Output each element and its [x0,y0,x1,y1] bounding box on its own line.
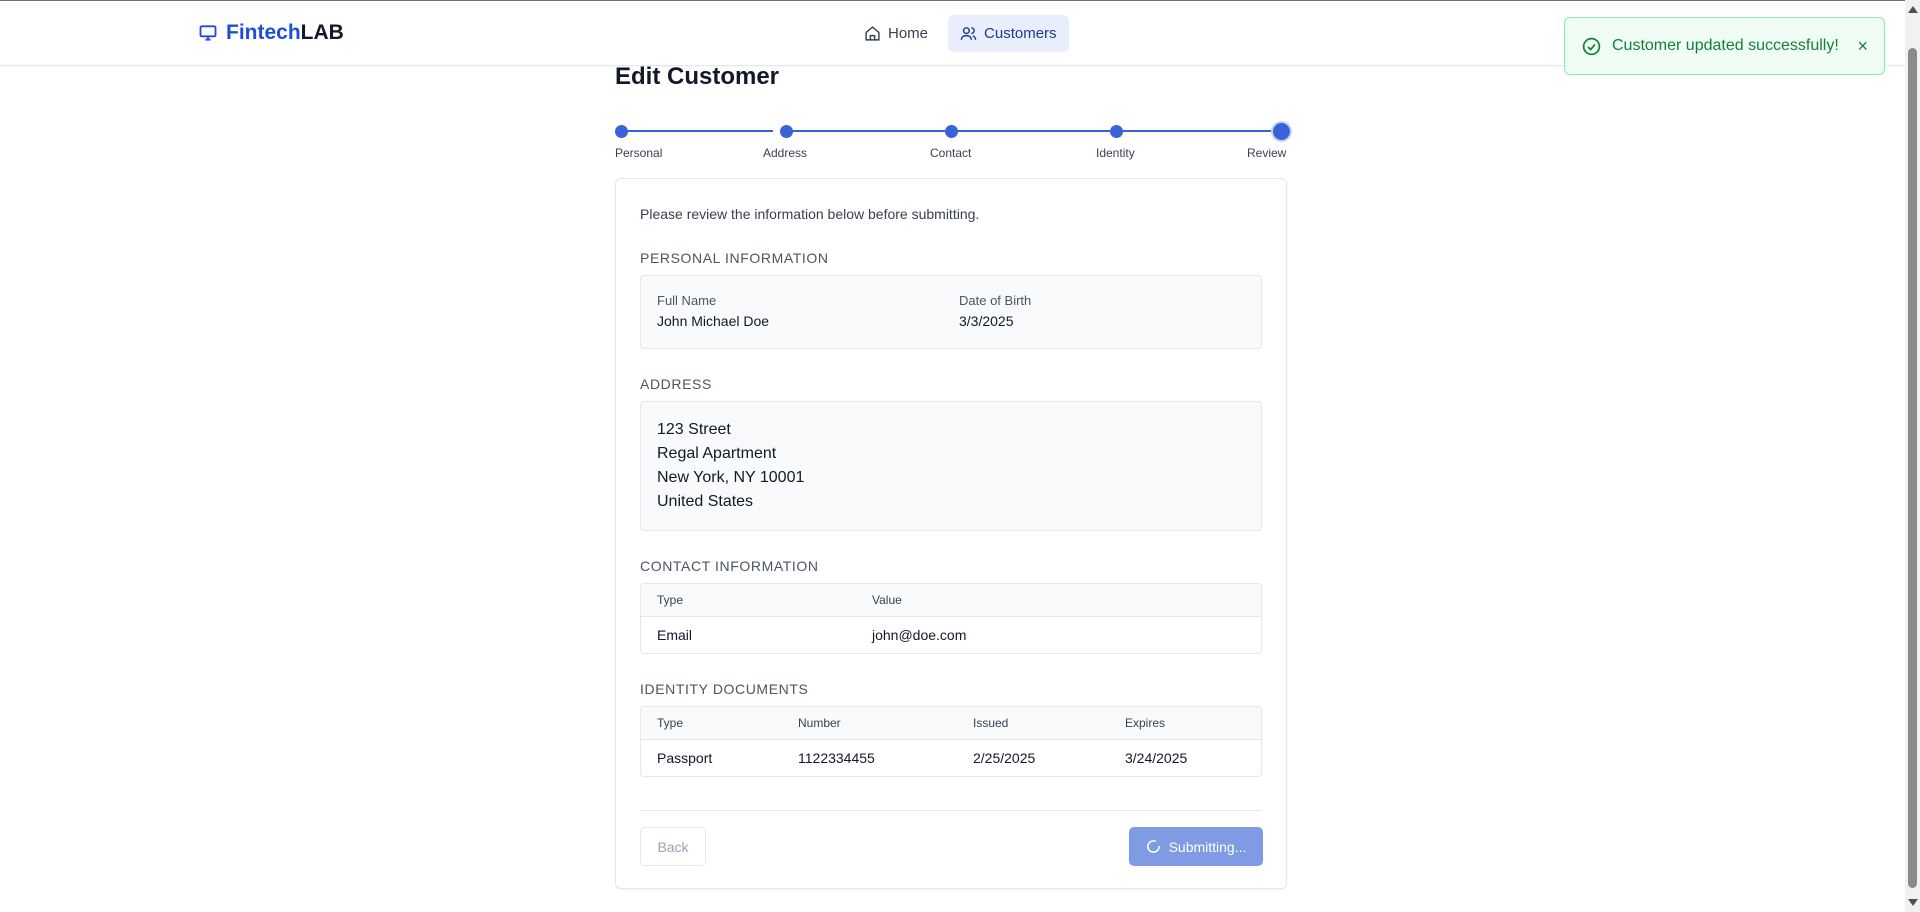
contact-col-type: Type [641,584,856,617]
submit-button-label: Submitting... [1168,838,1247,855]
address-line: Regal Apartment [657,445,777,462]
full-name-value: John Michael Doe [657,313,770,329]
contact-value-cell: john@doe.com [872,627,967,643]
identity-type-cell: Passport [657,750,713,766]
review-intro: Please review the information below befo… [640,206,980,222]
identity-col-number: Number [782,707,957,740]
address-box: 123 Street Regal Apartment New York, NY … [640,401,1262,531]
brand-primary: Fintech [226,21,301,44]
dob-value: 3/3/2025 [959,313,1014,329]
personal-section-title: PERSONAL INFORMATION [640,250,829,266]
nav-customers-label: Customers [984,25,1057,42]
identity-number-cell: 1122334455 [798,750,875,766]
identity-col-expires: Expires [1109,707,1261,740]
review-card: Please review the information below befo… [615,178,1287,889]
contact-col-value: Value [856,584,1261,617]
dob-label: Date of Birth [959,293,1032,308]
brand-logo[interactable]: FintechLAB [198,21,344,45]
address-line: New York, NY 10001 [657,469,805,486]
address-line: United States [657,493,754,510]
identity-expires-cell: 3/24/2025 [1125,750,1188,766]
nav-home[interactable]: Home [852,15,940,52]
identity-col-type: Type [641,707,782,740]
progress-stepper: Personal Address Contact Identity Review [615,123,1290,168]
step-label-contact: Contact [930,146,972,160]
personal-info-box: Full Name John Michael Doe Date of Birth… [640,275,1262,349]
success-toast: Customer updated successfully! × [1564,17,1885,75]
contact-section-title: CONTACT INFORMATION [640,558,819,574]
nav-customers[interactable]: Customers [948,15,1069,52]
brand-secondary: LAB [300,21,344,44]
toast-close-icon[interactable]: × [1857,36,1868,57]
identity-table: Type Number Issued Expires Passport 1122… [640,706,1262,777]
step-label-personal: Personal [615,146,663,160]
table-row: Email john@doe.com [641,617,1261,653]
identity-section-title: IDENTITY DOCUMENTS [640,681,809,697]
stepper-connector [623,130,773,132]
step-label-review: Review [1247,146,1287,160]
main-nav: Home Customers [852,15,1069,52]
check-circle-icon [1582,37,1601,55]
actions-divider [640,810,1262,811]
identity-issued-cell: 2/25/2025 [973,750,1036,766]
scroll-thumb[interactable] [1908,48,1917,888]
monitor-icon [199,25,217,41]
step-dot-contact[interactable] [945,125,958,138]
identity-col-issued: Issued [957,707,1109,740]
stepper-connector [952,130,1110,132]
page-scrollbar[interactable] [1905,0,1920,912]
full-name-label: Full Name [657,293,717,308]
contact-type-cell: Email [657,627,693,643]
contact-table: Type Value Email john@doe.com [640,583,1262,654]
scroll-up-icon[interactable] [1908,6,1918,13]
spinner-icon [1146,840,1160,853]
toast-message: Customer updated successfully! [1612,37,1839,54]
stepper-connector [1117,130,1274,132]
address-line: 123 Street [657,421,731,438]
step-dot-personal[interactable] [615,125,628,138]
address-section-title: ADDRESS [640,376,712,392]
nav-home-label: Home [888,25,929,42]
table-row: Passport 1122334455 2/25/2025 3/24/2025 [641,740,1261,776]
step-label-address: Address [763,146,808,160]
scroll-down-icon[interactable] [1908,899,1918,906]
stepper-connector [787,130,945,132]
step-dot-identity[interactable] [1110,125,1123,138]
step-label-identity: Identity [1096,146,1135,160]
submit-button[interactable]: Submitting... [1129,827,1263,866]
users-icon [960,27,977,40]
home-icon [865,26,880,41]
back-button[interactable]: Back [640,827,706,866]
step-dot-address[interactable] [780,125,793,138]
page-title: Edit Customer [615,63,780,90]
step-dot-review[interactable] [1273,123,1290,140]
